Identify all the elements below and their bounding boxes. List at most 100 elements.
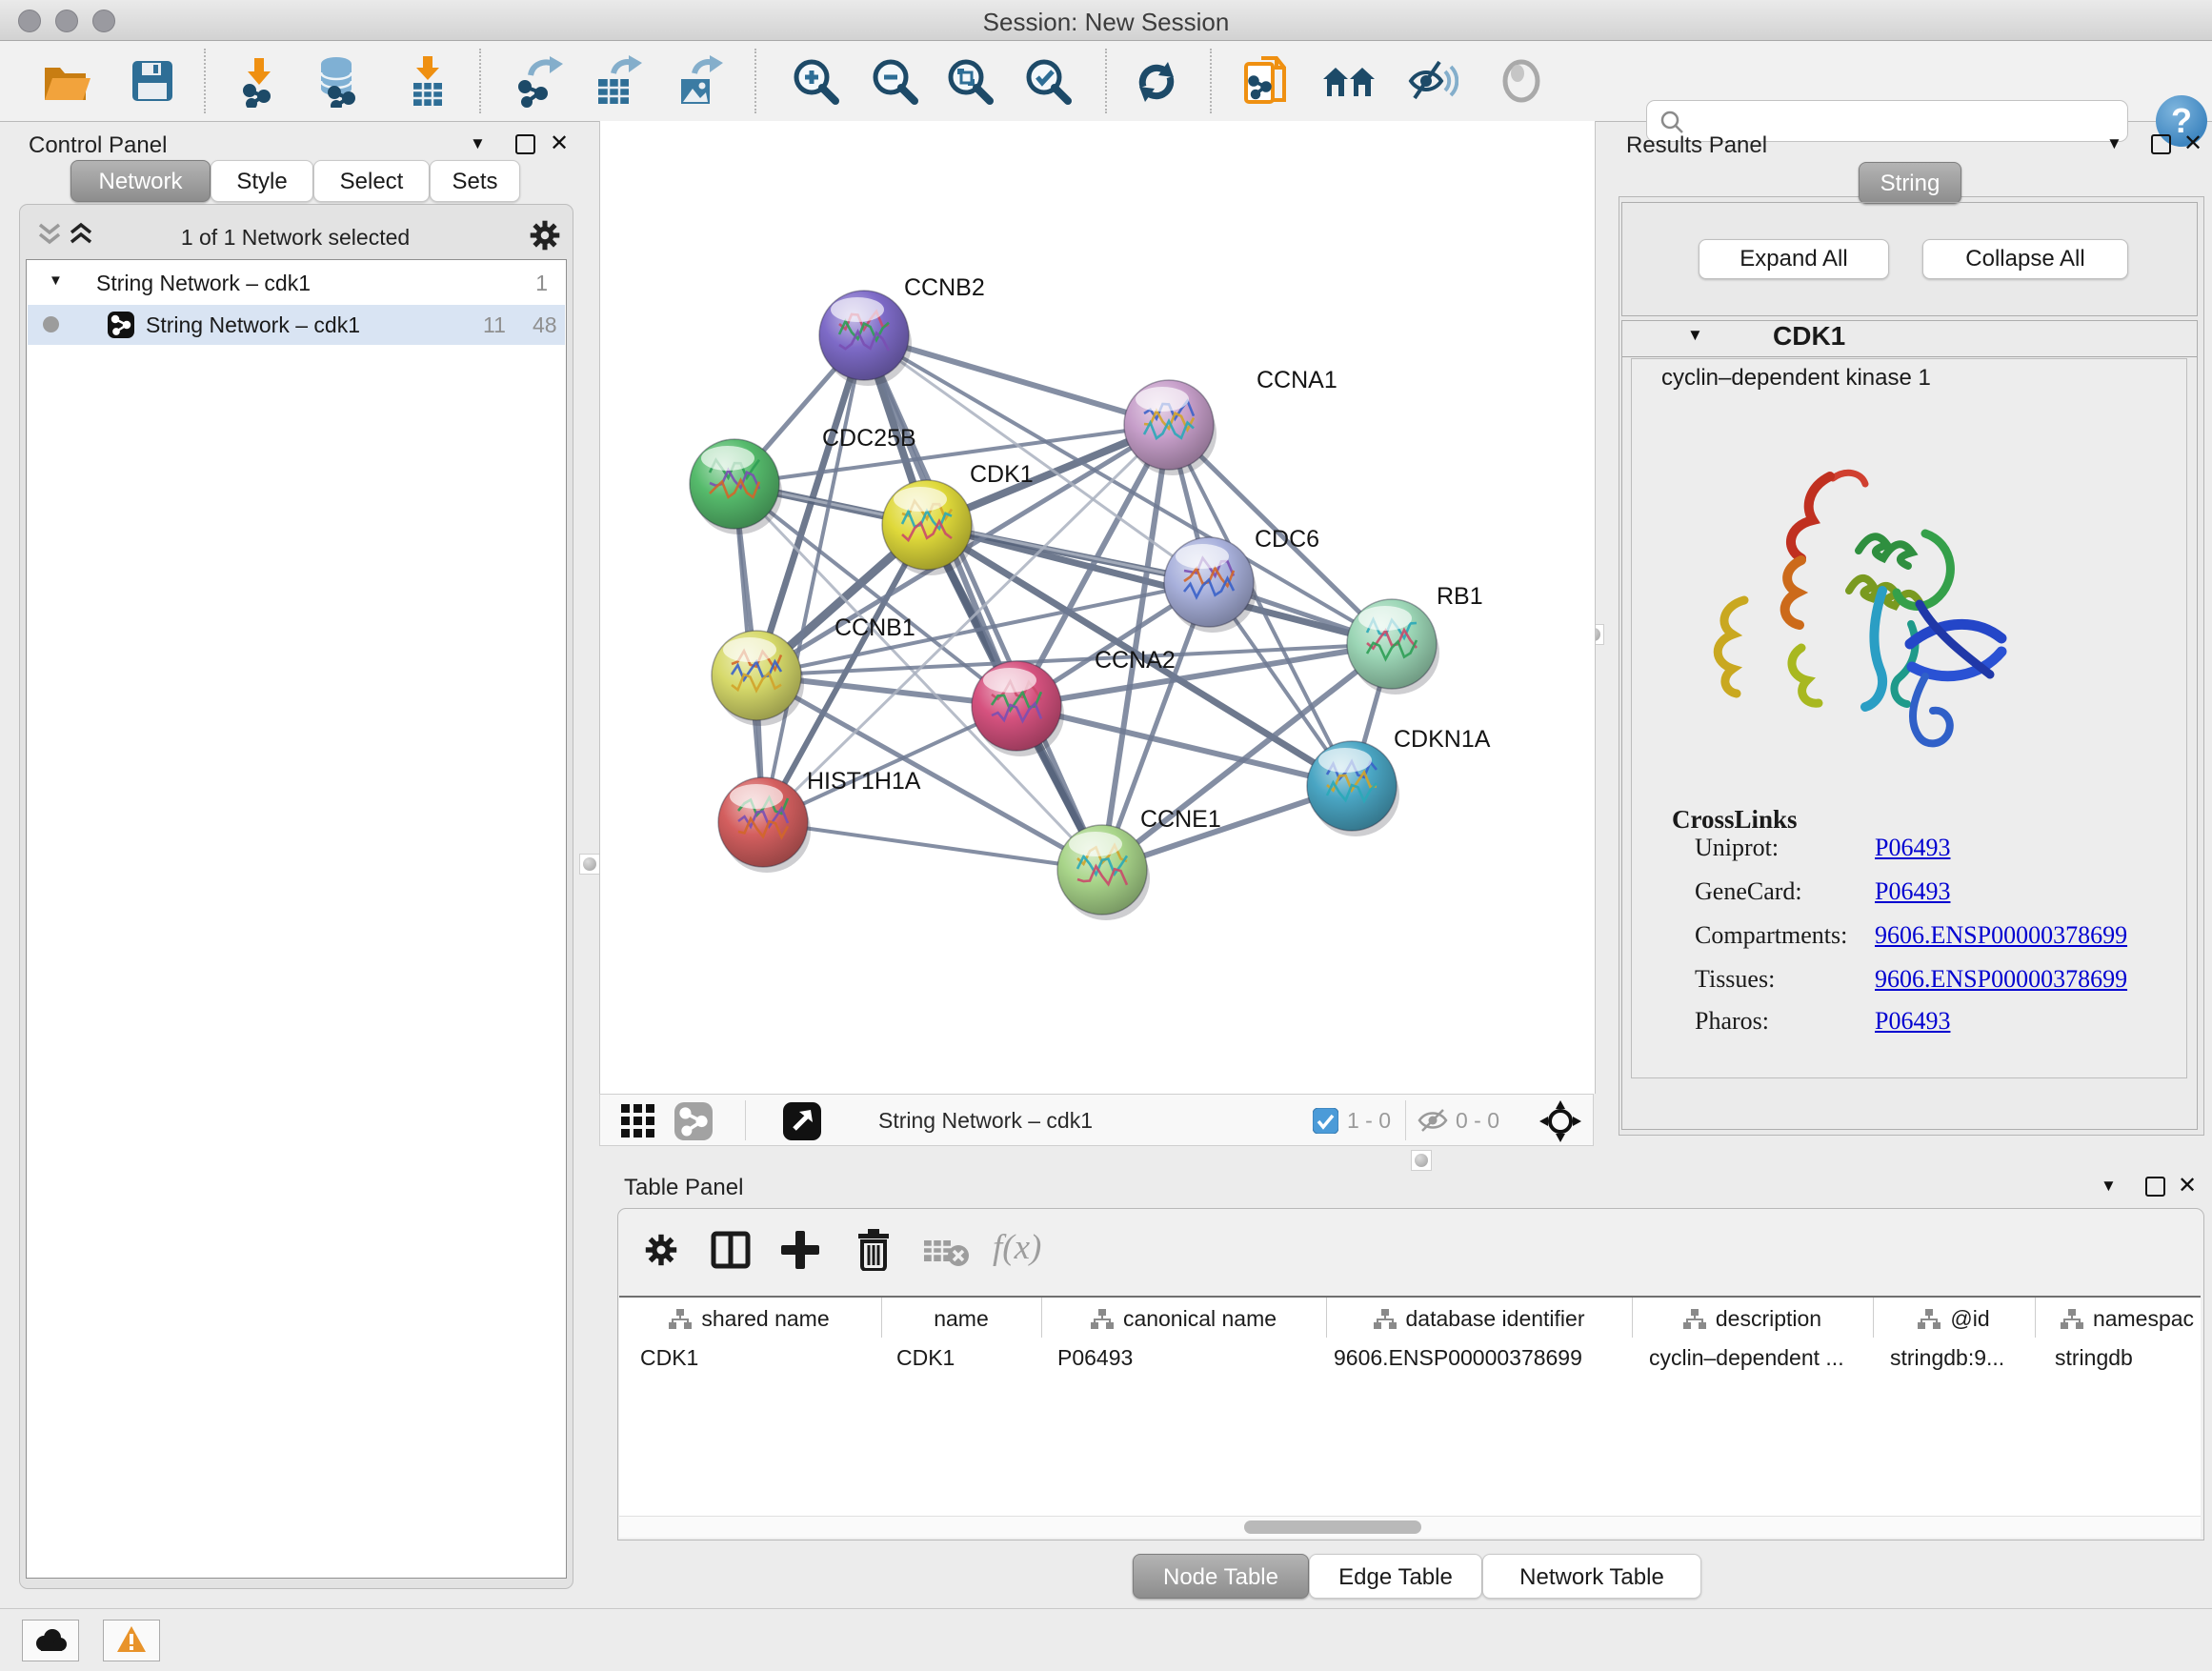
tab-network[interactable]: Network xyxy=(70,160,211,202)
save-icon[interactable] xyxy=(126,54,179,108)
crosslink-value-link[interactable]: P06493 xyxy=(1875,1007,1950,1036)
eye-icon[interactable] xyxy=(1495,54,1548,108)
collapse-all-button[interactable]: Collapse All xyxy=(1922,239,2128,279)
network-node-CCNA2[interactable]: CCNA2 xyxy=(972,647,1176,756)
network-node-CCNA1[interactable]: CCNA1 xyxy=(1124,367,1337,475)
share-view-icon[interactable] xyxy=(674,1102,713,1140)
tab-string[interactable]: String xyxy=(1859,162,1961,204)
expand-all-icon[interactable] xyxy=(69,221,93,250)
table-cell[interactable]: CDK1 xyxy=(640,1345,698,1371)
network-row-selected[interactable]: String Network – cdk1 11 48 xyxy=(28,305,565,345)
node-label: CCNA1 xyxy=(1257,367,1337,393)
tree-expand-icon[interactable]: ▼ xyxy=(49,272,63,289)
table-panel-menu-icon[interactable]: ▼ xyxy=(2101,1177,2117,1196)
hidden-count: 0 - 0 xyxy=(1456,1108,1499,1134)
table-cell[interactable]: CDK1 xyxy=(896,1345,955,1371)
node-column-icon xyxy=(1918,1309,1941,1330)
scrollbar-thumb[interactable] xyxy=(1244,1520,1421,1534)
column-header-database-identifier[interactable]: database identifier xyxy=(1326,1306,1632,1332)
split-columns-icon[interactable] xyxy=(711,1231,751,1269)
table-cell[interactable]: cyclin–dependent ... xyxy=(1649,1345,1844,1371)
gear-icon[interactable] xyxy=(644,1233,678,1267)
zoom-fit-icon[interactable] xyxy=(943,54,996,108)
import-network-icon[interactable] xyxy=(232,54,286,108)
network-edge[interactable] xyxy=(763,335,864,822)
results-panel-close-icon[interactable]: ✕ xyxy=(2183,134,2202,153)
expand-all-button[interactable]: Expand All xyxy=(1699,239,1889,279)
export-image-icon[interactable] xyxy=(670,54,723,108)
column-divider xyxy=(1326,1298,1327,1338)
tab-style[interactable]: Style xyxy=(211,160,313,202)
share-document-icon[interactable] xyxy=(1240,54,1294,108)
protein-description: cyclin–dependent kinase 1 xyxy=(1661,365,1931,392)
network-canvas[interactable]: CCNB2CCNA1CDC25BCDK1CDC6RB1CCNB1CCNA2CDK… xyxy=(599,121,1596,1094)
open-folder-icon[interactable] xyxy=(40,54,93,108)
collapse-all-icon[interactable] xyxy=(37,221,62,250)
table-cell[interactable]: 9606.ENSP00000378699 xyxy=(1334,1345,1582,1371)
left-splitter-handle[interactable] xyxy=(579,854,600,875)
warning-button[interactable] xyxy=(103,1620,160,1661)
protein-collapse-icon[interactable]: ▼ xyxy=(1687,326,1703,345)
network-node-CCNB2[interactable]: CCNB2 xyxy=(819,274,985,386)
export-network-icon[interactable] xyxy=(512,54,565,108)
node-label: CDKN1A xyxy=(1394,726,1491,753)
zoom-out-icon[interactable] xyxy=(868,54,921,108)
table-cell[interactable]: stringdb:9... xyxy=(1890,1345,2004,1371)
tab-sets[interactable]: Sets xyxy=(430,160,520,202)
table-panel-float-icon[interactable] xyxy=(2145,1177,2165,1197)
export-table-icon[interactable] xyxy=(589,54,642,108)
refresh-icon[interactable] xyxy=(1130,54,1183,108)
zoom-in-icon[interactable] xyxy=(789,54,842,108)
trash-icon[interactable] xyxy=(855,1229,892,1271)
import-database-icon[interactable] xyxy=(312,54,365,108)
column-header-namespac[interactable]: namespac xyxy=(2035,1306,2212,1332)
node-label: CDC6 xyxy=(1255,526,1319,553)
tab-select[interactable]: Select xyxy=(313,160,430,202)
control-panel-menu-icon[interactable]: ▼ xyxy=(470,134,486,153)
network-node-RB1[interactable]: RB1 xyxy=(1347,583,1483,695)
network-collection-row[interactable]: ▼ String Network – cdk1 1 xyxy=(28,265,565,305)
crosslink-value-link[interactable]: P06493 xyxy=(1875,834,1950,862)
network-status-dot xyxy=(43,316,59,332)
selected-checkbox-icon[interactable] xyxy=(1313,1108,1338,1134)
results-panel-menu-icon[interactable]: ▼ xyxy=(2106,134,2122,153)
network-node-HIST1H1A[interactable]: HIST1H1A xyxy=(718,768,921,873)
crosslink-value-link[interactable]: P06493 xyxy=(1875,877,1950,906)
tab-node-table[interactable]: Node Table xyxy=(1133,1554,1309,1599)
network-node-CDKN1A[interactable]: CDKN1A xyxy=(1307,726,1491,836)
grid-view-icon[interactable] xyxy=(621,1104,657,1138)
table-cell[interactable]: P06493 xyxy=(1057,1345,1133,1371)
network-collection-label: String Network – cdk1 xyxy=(96,271,311,296)
import-table-icon[interactable] xyxy=(401,54,454,108)
tab-network-table[interactable]: Network Table xyxy=(1482,1554,1701,1599)
column-label: namespac xyxy=(2093,1306,2194,1331)
column-header-canonical-name[interactable]: canonical name xyxy=(1041,1306,1326,1332)
tab-edge-table[interactable]: Edge Table xyxy=(1309,1554,1482,1599)
home-network-icon[interactable] xyxy=(1322,54,1376,108)
control-panel-close-icon[interactable]: ✕ xyxy=(550,134,569,153)
control-panel-float-icon[interactable] xyxy=(515,134,535,154)
network-edge[interactable] xyxy=(763,822,1102,870)
zoom-selected-icon[interactable] xyxy=(1021,54,1075,108)
crosslink-value-link[interactable]: 9606.ENSP00000378699 xyxy=(1875,921,2127,950)
window-title: Session: New Session xyxy=(0,8,2212,37)
column-header-description[interactable]: description xyxy=(1632,1306,1873,1332)
table-cell[interactable]: stringdb xyxy=(2055,1345,2133,1371)
results-panel-float-icon[interactable] xyxy=(2151,134,2171,154)
table-horizontal-scrollbar[interactable] xyxy=(619,1516,2201,1538)
show-hide-icon[interactable] xyxy=(1405,54,1458,108)
center-view-icon[interactable] xyxy=(1539,1100,1581,1142)
column-header-@id[interactable]: @id xyxy=(1873,1306,2035,1332)
column-header-name[interactable]: name xyxy=(881,1306,1041,1332)
bottom-splitter-handle[interactable] xyxy=(1411,1150,1432,1171)
crosslink-value-link[interactable]: 9606.ENSP00000378699 xyxy=(1875,965,2127,994)
delete-table-icon[interactable] xyxy=(924,1237,970,1267)
network-edge[interactable] xyxy=(763,425,1169,822)
network-options-gear-icon[interactable] xyxy=(529,219,561,252)
cloud-button[interactable] xyxy=(22,1620,79,1661)
plus-icon[interactable] xyxy=(779,1231,821,1269)
table-panel-close-icon[interactable]: ✕ xyxy=(2178,1177,2197,1196)
crosslink-label: Tissues: xyxy=(1695,965,1775,993)
column-header-shared-name[interactable]: shared name xyxy=(617,1306,881,1332)
open-in-window-icon[interactable] xyxy=(783,1102,821,1140)
